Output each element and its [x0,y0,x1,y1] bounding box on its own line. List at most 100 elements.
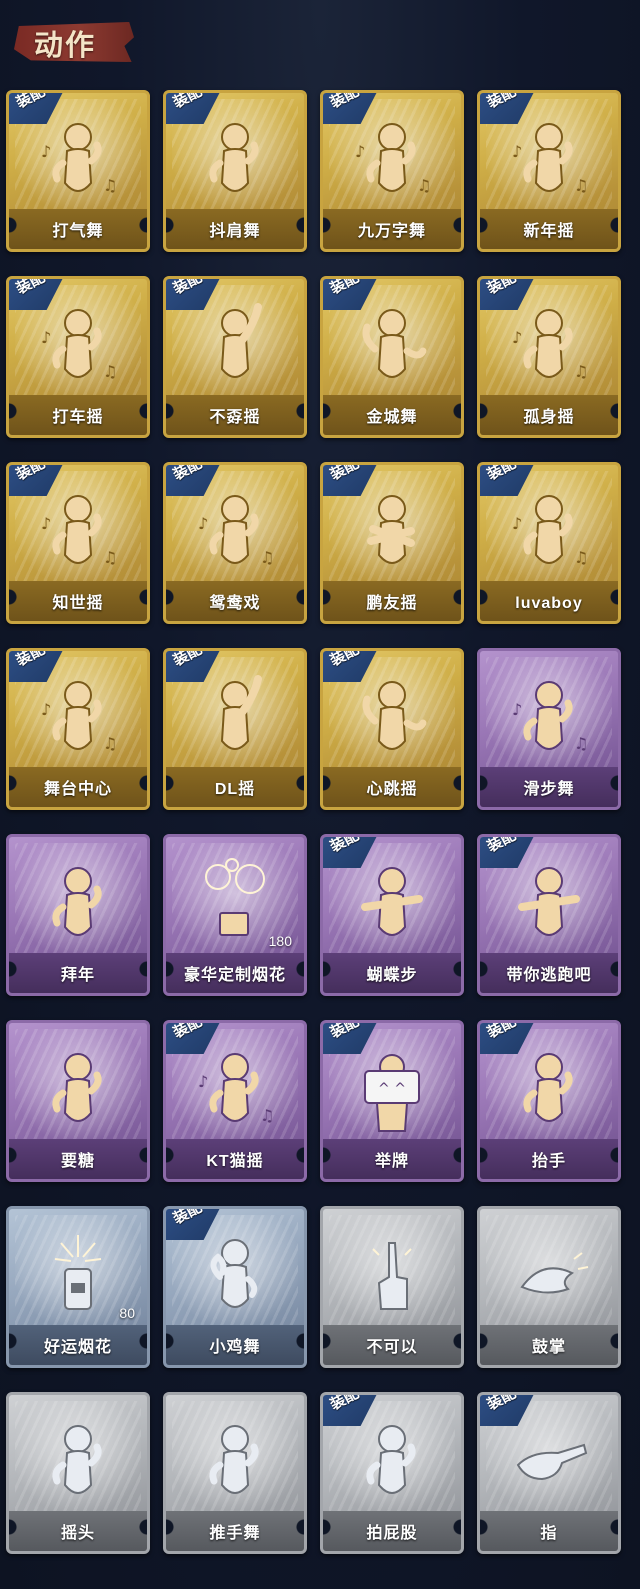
equipped-badge: 装配 [166,1209,221,1240]
action-label: 心跳摇 [366,781,418,798]
card-label-bar [480,1511,618,1551]
card-label-bar [166,1511,304,1551]
action-card[interactable]: 鹏友摇 装配 [320,462,464,624]
action-label: 指 [540,1525,558,1542]
action-card[interactable]: 鼓掌 [477,1206,621,1368]
action-label: 九万字舞 [357,223,426,240]
action-card[interactable]: ♪ ♫ 舞台中心 装配 [6,648,150,810]
action-card[interactable]: 180 豪华定制烟花 [163,834,307,996]
card-label-bar [166,209,304,249]
equipped-badge: 装配 [166,279,221,310]
action-card[interactable]: 要糖 [6,1020,150,1182]
action-card[interactable]: ♪ ♫ 打车摇 装配 [6,276,150,438]
section-header: 动作 [8,16,136,72]
card-label-bar [323,395,461,435]
svg-text:♪: ♪ [41,514,51,533]
card-label-bar [9,953,147,993]
action-label: 豪华定制烟花 [183,967,286,984]
svg-text:♫: ♫ [574,734,588,753]
equipped-badge: 装配 [9,651,64,682]
action-card[interactable]: 80 好运烟花 [6,1206,150,1368]
clap-hands-icon [502,1229,596,1323]
dancer-twist-icon: ♪ ♫ [502,485,596,579]
svg-text:♫: ♫ [574,362,588,381]
svg-text:♪: ♪ [355,142,365,161]
action-card[interactable]: 不可以 [320,1206,464,1368]
dancer-swirl-icon: ♪ ♫ [345,113,439,207]
equipped-badge: 装配 [480,279,535,310]
action-label: 鼓掌 [531,1339,566,1356]
action-card[interactable]: ^ ^ 举牌 装配 [320,1020,464,1182]
action-card[interactable]: 抬手 装配 [477,1020,621,1182]
action-card[interactable]: 蝴蝶步 装配 [320,834,464,996]
equipped-badge: 装配 [9,279,64,310]
action-card[interactable]: ♪ ♫ 打气舞 装配 [6,90,150,252]
card-label-bar [166,953,304,993]
action-card[interactable]: ♪ ♫ 知世摇 装配 [6,462,150,624]
card-label-bar [9,1511,147,1551]
svg-text:^ ^: ^ ^ [378,1081,406,1097]
card-label-bar [9,209,147,249]
action-label: 打车摇 [52,409,104,426]
action-label: DL摇 [214,781,256,798]
action-label: 拜年 [60,967,95,984]
action-label: 蝴蝶步 [366,967,418,984]
action-card[interactable]: ♪ ♫ 孤身摇 装配 [477,276,621,438]
person-reach-icon [31,1043,125,1137]
equipped-badge: 装配 [323,465,378,496]
action-label: 带你逃跑吧 [506,967,592,984]
card-label-bar [323,1139,461,1179]
card-label-bar [323,767,461,807]
action-card[interactable]: ♪ ♫ 滑步舞 [477,648,621,810]
equipped-badge: 装配 [323,651,378,682]
svg-text:♫: ♫ [417,176,431,195]
card-label-bar [480,395,618,435]
card-label-bar [323,1325,461,1365]
action-card[interactable]: 心跳摇 装配 [320,648,464,810]
card-label-bar [323,953,461,993]
action-card[interactable]: 带你逃跑吧 装配 [477,834,621,996]
equipped-badge: 装配 [9,93,64,124]
action-card[interactable]: 推手舞 [163,1392,307,1554]
svg-text:♫: ♫ [574,548,588,567]
action-card[interactable]: 小鸡舞 装配 [163,1206,307,1368]
svg-text:♪: ♪ [41,328,51,347]
action-card[interactable]: 金城舞 装配 [320,276,464,438]
action-label: 打气舞 [52,223,104,240]
action-card[interactable]: ♪ ♫ luvaboy 装配 [477,462,621,624]
action-label: 抬手 [531,1153,566,1170]
person-push-icon [188,1415,282,1509]
action-card[interactable]: 拍屁股 装配 [320,1392,464,1554]
action-card[interactable]: 指 装配 [477,1392,621,1554]
equipped-badge: 装配 [480,1023,535,1054]
svg-text:♪: ♪ [41,700,51,719]
equipped-badge: 装配 [480,465,535,496]
action-card[interactable]: ♪ ♫ KT猫摇 装配 [163,1020,307,1182]
action-card[interactable]: ♪ ♫ 鸳鸯戏 装配 [163,462,307,624]
action-card[interactable]: 不孬摇 装配 [163,276,307,438]
dancer-star-icon: ♪ ♫ [502,299,596,393]
svg-text:♪: ♪ [41,142,51,161]
action-card[interactable]: 拜年 [6,834,150,996]
dancer-hands-icon [345,671,439,765]
action-label: 鹏友摇 [366,595,418,612]
action-label: 舞台中心 [43,781,112,798]
action-card[interactable]: 抖肩舞 装配 [163,90,307,252]
action-label: luvaboy [515,595,583,612]
action-label: 不孬摇 [209,409,261,426]
action-label: 抖肩舞 [209,223,261,240]
svg-text:♪: ♪ [512,514,522,533]
svg-text:♫: ♫ [103,176,117,195]
action-card[interactable]: 摇头 [6,1392,150,1554]
action-label: KT猫摇 [206,1153,264,1170]
action-label: 举牌 [374,1153,409,1170]
firework-can-icon [31,1229,125,1323]
equipped-badge: 装配 [166,465,221,496]
action-card[interactable]: ♪ ♫ 新年摇 装配 [477,90,621,252]
equipped-badge: 装配 [480,93,535,124]
action-card[interactable]: DL摇 装配 [163,648,307,810]
chicken-dance-icon [188,1229,282,1323]
svg-text:♫: ♫ [260,548,274,567]
action-card[interactable]: ♪ ♫ 九万字舞 装配 [320,90,464,252]
action-label: 摇头 [60,1525,95,1542]
